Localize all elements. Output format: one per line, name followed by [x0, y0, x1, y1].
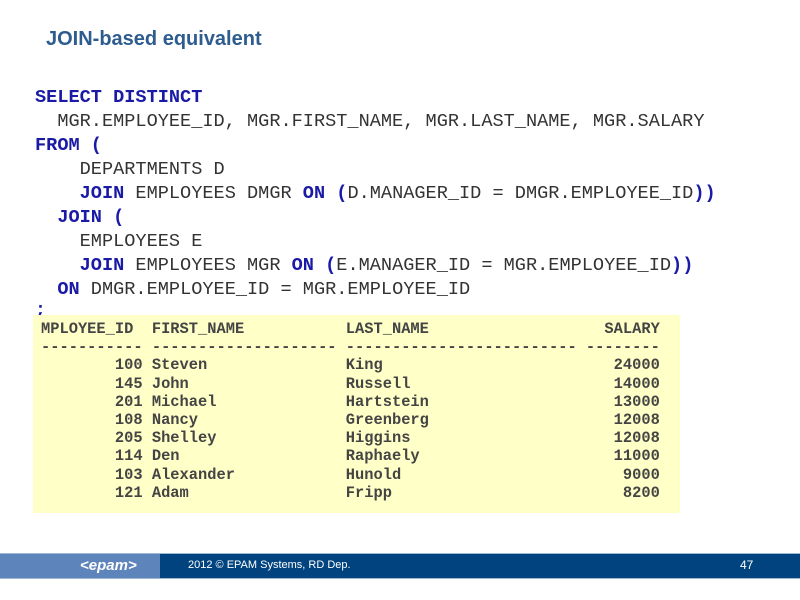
sql-text: E.MANAGER_ID = MGR.EMPLOYEE_ID — [336, 255, 672, 276]
table-row: 114 Den Raphaely 11000 — [41, 447, 660, 466]
logo-area: <epam> — [0, 554, 160, 578]
table-row: 145 John Russell 14000 — [41, 374, 660, 393]
copyright: 2012 © EPAM Systems, RD Dep. — [188, 559, 351, 571]
code-line: FROM ( — [35, 134, 716, 158]
table-row: 121 Adam Fripp 8200 — [41, 483, 660, 502]
sql-text: D.MANAGER_ID = DMGR.EMPLOYEE_ID — [347, 183, 694, 204]
page-number: 47 — [740, 558, 754, 572]
sql-keyword: SELECT DISTINCT — [35, 87, 203, 108]
sql-keyword: )) — [693, 183, 716, 204]
epam-logo: <epam> — [80, 557, 137, 574]
result-table: MPLOYEE_ID FIRST_NAME LAST_NAME SALARY --… — [41, 320, 660, 502]
sql-keyword: ON ( — [302, 183, 348, 204]
footer: <epam> 2012 © EPAM Systems, RD Dep. 47 — [0, 553, 800, 579]
sql-keyword: ON ( — [291, 255, 337, 276]
query-result: MPLOYEE_ID FIRST_NAME LAST_NAME SALARY --… — [33, 315, 680, 513]
sql-text: DEPARTMENTS D — [35, 159, 225, 180]
slide-title: JOIN-based equivalent — [46, 28, 262, 50]
sql-keyword: JOIN ( — [35, 207, 125, 228]
code-line: SELECT DISTINCT — [35, 86, 716, 110]
sql-text: EMPLOYEES DMGR — [124, 183, 303, 204]
table-row: 201 Michael Hartstein 13000 — [41, 392, 660, 411]
table-row: 103 Alexander Hunold 9000 — [41, 465, 660, 484]
sql-text: EMPLOYEES MGR — [124, 255, 292, 276]
code-line: ON DMGR.EMPLOYEE_ID = MGR.EMPLOYEE_ID — [35, 278, 716, 302]
sql-keyword: JOIN — [35, 255, 125, 276]
table-row: 108 Nancy Greenberg 12008 — [41, 411, 660, 430]
sql-text: MGR.EMPLOYEE_ID, MGR.FIRST_NAME, MGR.LAS… — [35, 111, 705, 132]
sql-keyword: FROM ( — [35, 135, 102, 156]
sql-keyword: JOIN — [35, 183, 125, 204]
table-row: 205 Shelley Higgins 12008 — [41, 429, 660, 448]
sql-text: DMGR.EMPLOYEE_ID = MGR.EMPLOYEE_ID — [79, 279, 471, 300]
sql-keyword: )) — [671, 255, 694, 276]
code-line: JOIN EMPLOYEES DMGR ON (D.MANAGER_ID = D… — [35, 182, 716, 206]
code-line: DEPARTMENTS D — [35, 158, 716, 182]
result-separator: ----------- -------------------- -------… — [41, 338, 660, 357]
result-header: MPLOYEE_ID FIRST_NAME LAST_NAME SALARY — [41, 320, 660, 338]
sql-text: EMPLOYEES E — [35, 231, 203, 252]
code-line: EMPLOYEES E — [35, 230, 716, 254]
sql-code: SELECT DISTINCT MGR.EMPLOYEE_ID, MGR.FIR… — [35, 86, 716, 302]
code-line: JOIN EMPLOYEES MGR ON (E.MANAGER_ID = MG… — [35, 254, 716, 278]
code-line: MGR.EMPLOYEE_ID, MGR.FIRST_NAME, MGR.LAS… — [35, 110, 716, 134]
code-line: JOIN ( — [35, 206, 716, 230]
table-row: 100 Steven King 24000 — [41, 356, 660, 375]
sql-keyword: ON — [35, 279, 80, 300]
